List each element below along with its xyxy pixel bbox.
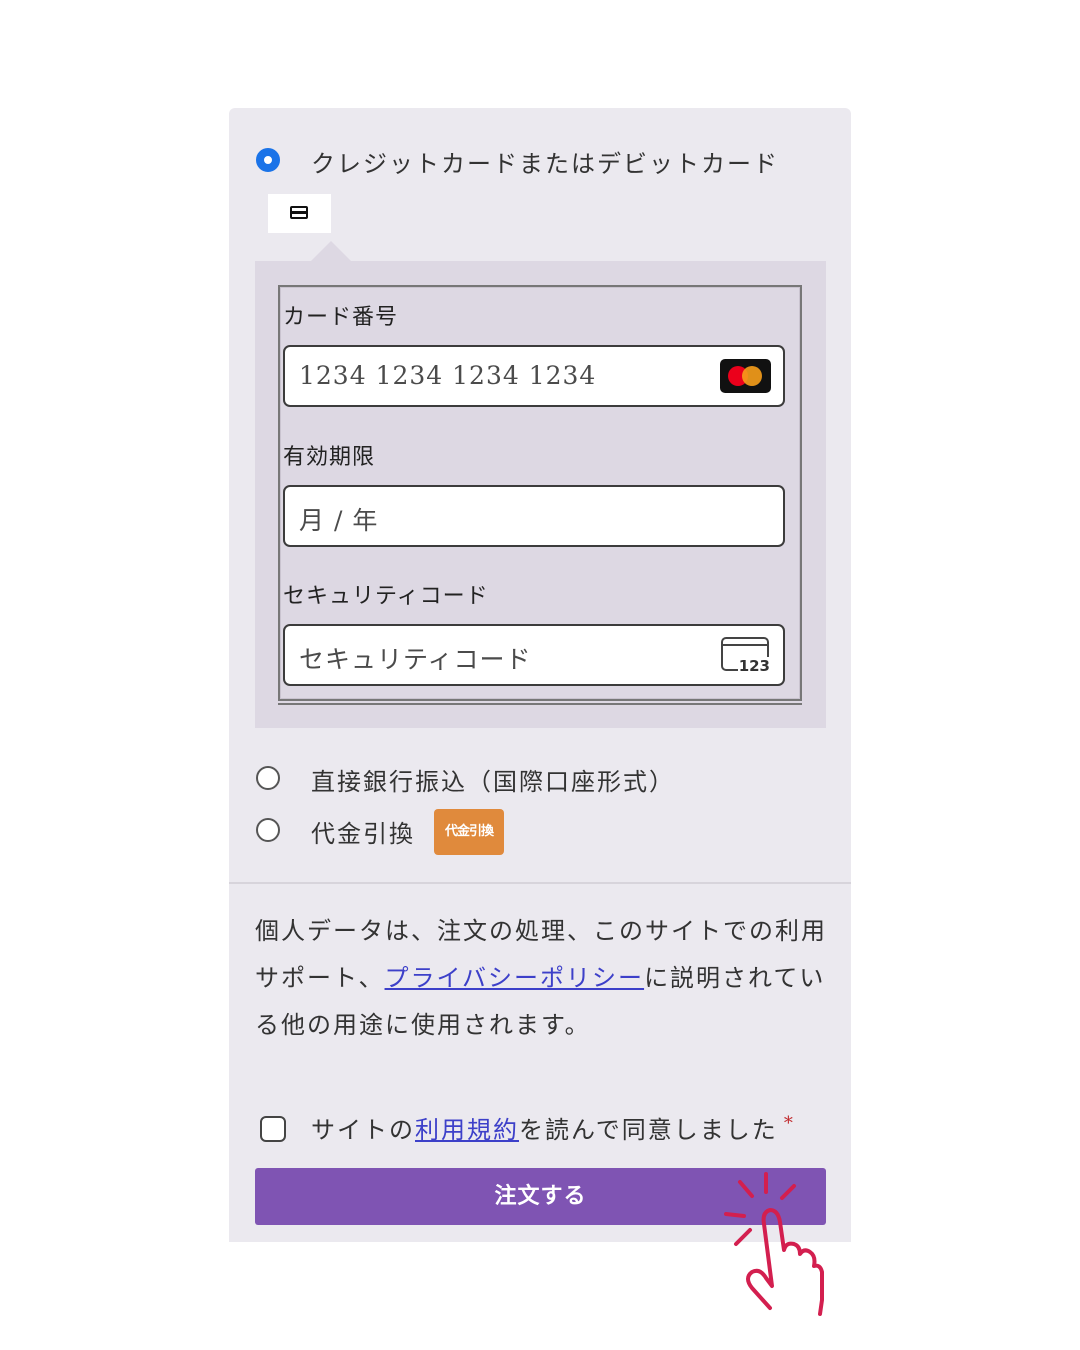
radio-cash-on-delivery[interactable] [256, 818, 280, 842]
card-cvc-icon: 123 [721, 637, 771, 675]
mastercard-icon [720, 359, 771, 393]
cvc-placeholder: セキュリティコード [299, 645, 532, 674]
terms-label: サイトの利用規約を読んで同意しました * [311, 1113, 795, 1144]
card-number-label: カード番号 [283, 305, 399, 330]
hand-pointer-icon [724, 1172, 824, 1316]
credit-card-icon [290, 206, 308, 219]
expiry-label: 有効期限 [283, 445, 376, 470]
privacy-notice: 個人データは、注文の処理、このサイトでの利用サポート、プライバシーポリシーに説明… [255, 917, 827, 1039]
card-number-placeholder: 1234 1234 1234 1234 [299, 361, 597, 390]
cod-option-label[interactable]: 代金引換 [311, 814, 415, 849]
cvc-icon-text: 123 [737, 657, 771, 675]
radio-bank-transfer[interactable] [256, 766, 280, 790]
privacy-policy-link[interactable]: プライバシーポリシー [385, 964, 645, 992]
card-tab[interactable] [268, 194, 331, 233]
card-number-input[interactable]: 1234 1234 1234 1234 [283, 345, 785, 407]
bank-transfer-option-label[interactable]: 直接銀行振込（国際口座形式） [311, 762, 675, 797]
credit-card-option-label[interactable]: クレジットカードまたはデビットカード [311, 144, 779, 179]
card-details-box: カード番号 1234 1234 1234 1234 有効期限 月 / 年 セキュ… [255, 241, 826, 728]
cvc-label: セキュリティコード [283, 584, 489, 609]
expiry-input[interactable]: 月 / 年 [283, 485, 785, 547]
payment-panel: クレジットカードまたはデビットカード カード番号 1234 1234 1234 … [229, 108, 851, 1242]
expiry-placeholder: 月 / 年 [299, 506, 379, 535]
divider [229, 882, 851, 884]
required-mark: * [783, 1113, 795, 1134]
terms-link[interactable]: 利用規約 [415, 1116, 519, 1144]
terms-checkbox[interactable] [260, 1116, 286, 1142]
card-form-frame: カード番号 1234 1234 1234 1234 有効期限 月 / 年 セキュ… [278, 285, 802, 705]
cod-badge-icon: 代金引換 [434, 809, 504, 855]
cvc-input[interactable]: セキュリティコード 123 [283, 624, 785, 686]
radio-credit-card[interactable] [256, 148, 280, 172]
